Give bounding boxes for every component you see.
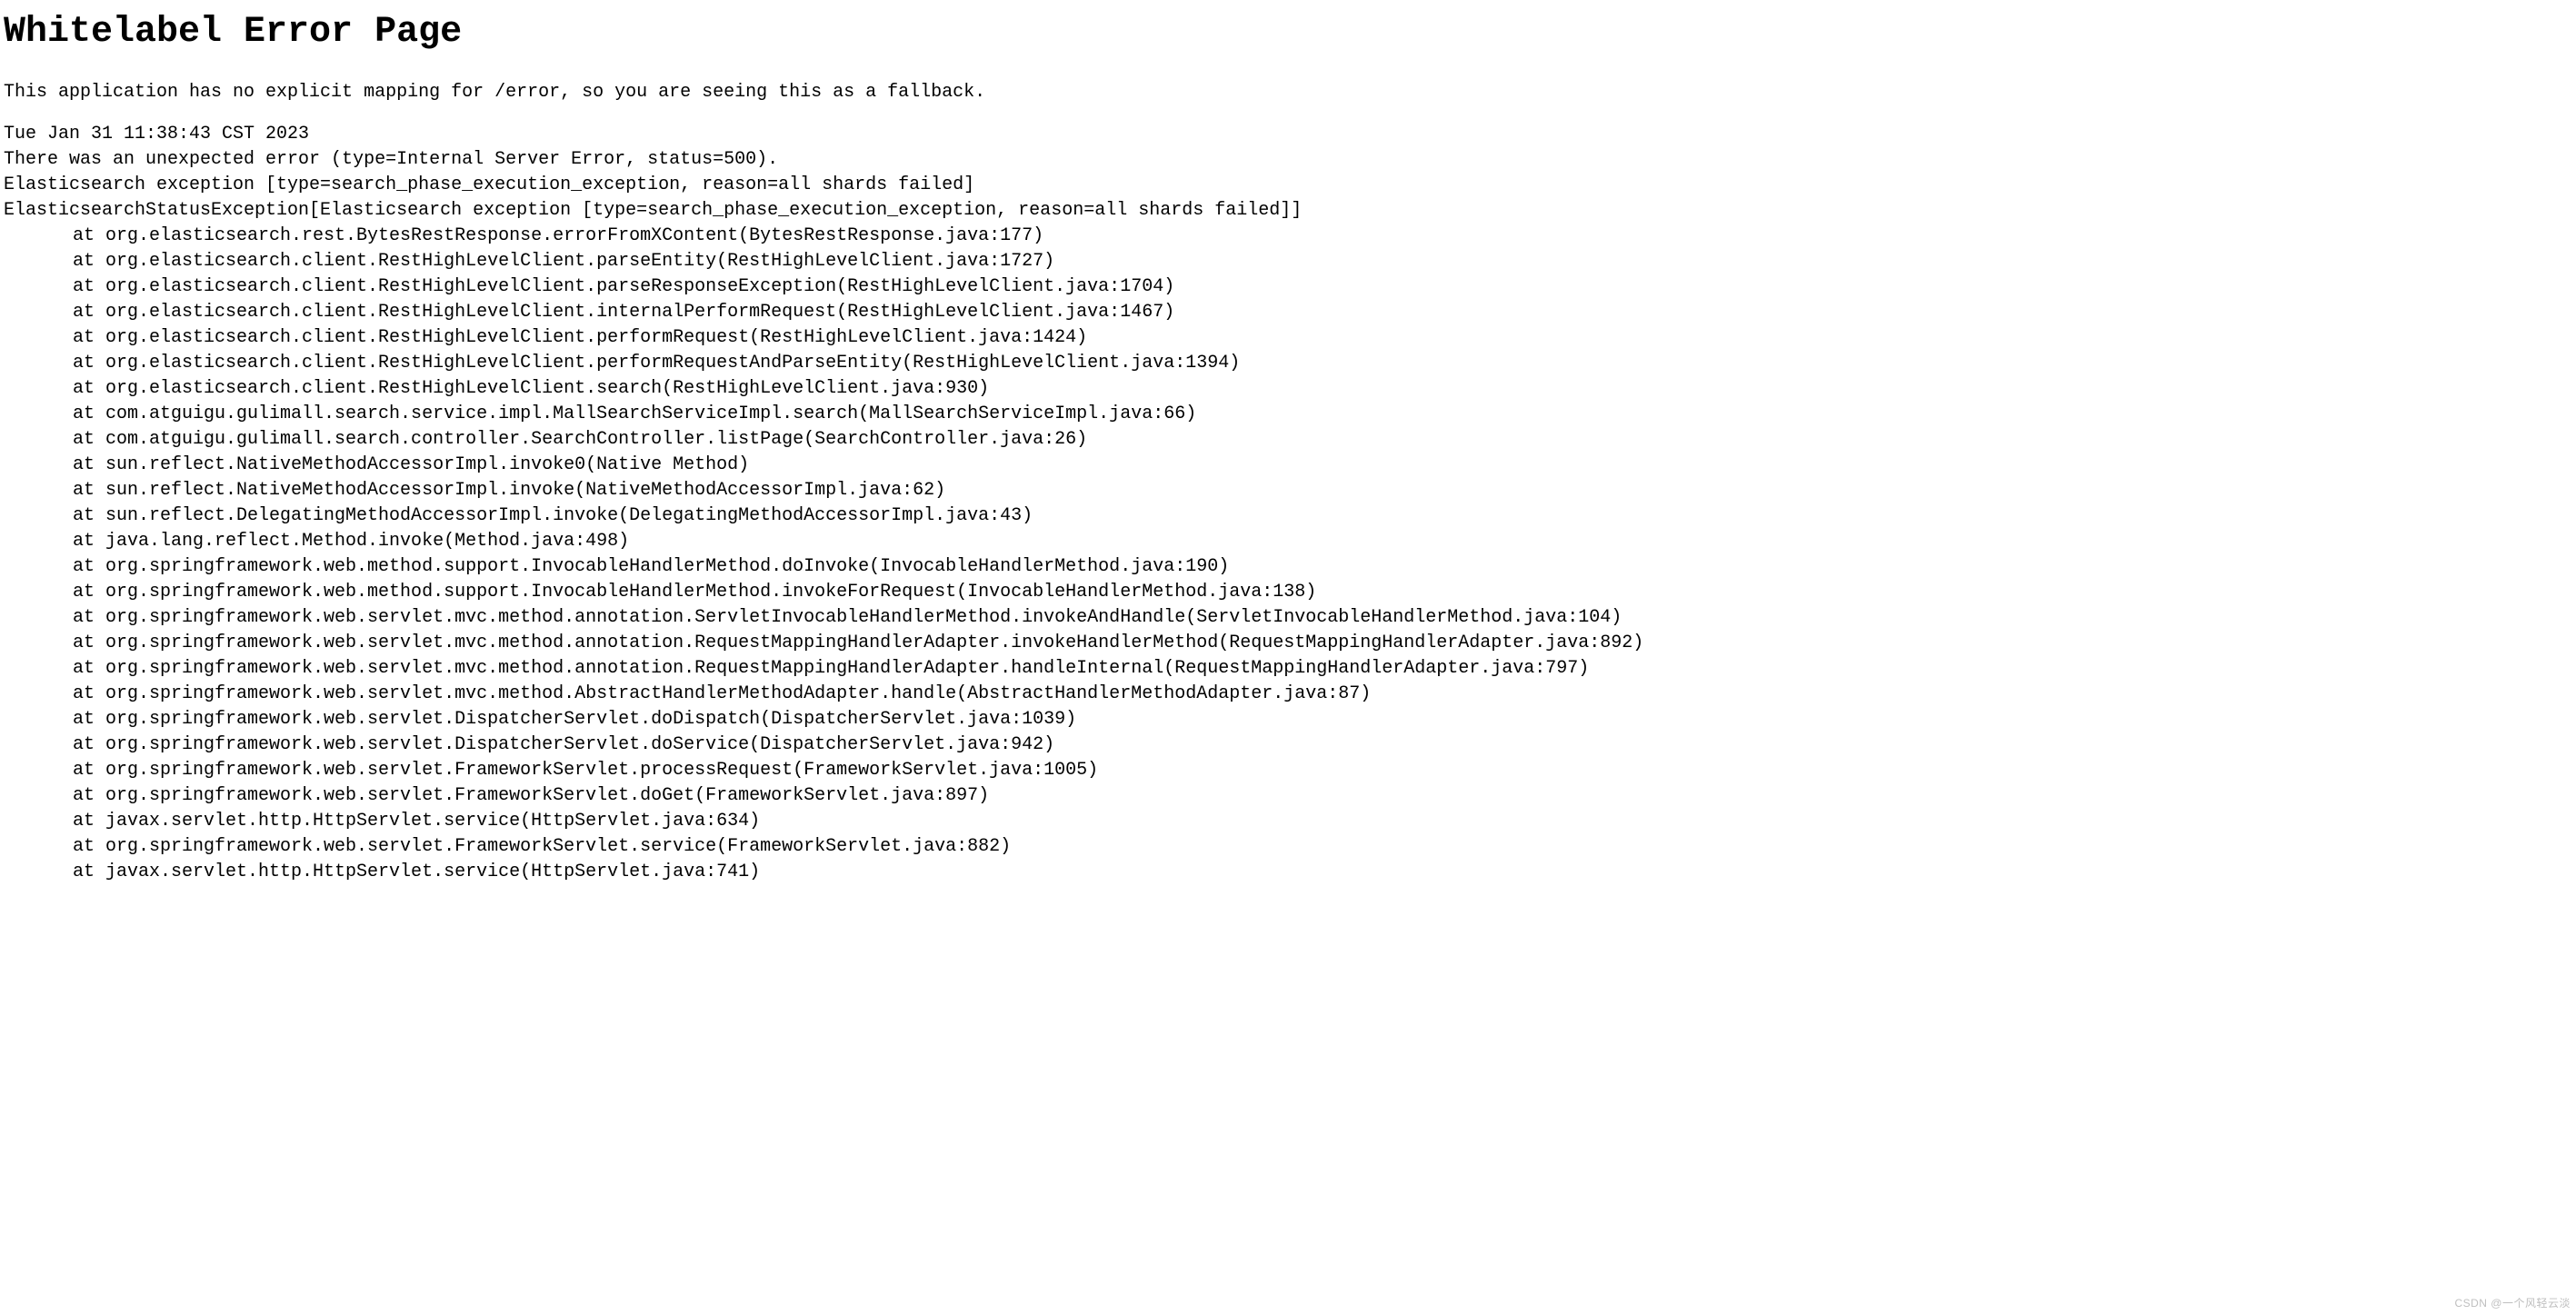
stack-trace-line: at org.springframework.web.servlet.mvc.m…	[4, 631, 2572, 656]
stack-trace-line: at sun.reflect.DelegatingMethodAccessorI…	[4, 503, 2572, 529]
stack-trace-line: at org.elasticsearch.rest.BytesRestRespo…	[4, 224, 2572, 249]
stack-trace-line: at org.elasticsearch.client.RestHighLeve…	[4, 351, 2572, 376]
timestamp: Tue Jan 31 11:38:43 CST 2023	[4, 122, 2572, 147]
stack-trace-line: at org.springframework.web.servlet.mvc.m…	[4, 656, 2572, 682]
stack-trace-line: at sun.reflect.NativeMethodAccessorImpl.…	[4, 478, 2572, 503]
stack-trace-line: at org.springframework.web.servlet.Frame…	[4, 783, 2572, 809]
stack-trace-line: at org.elasticsearch.client.RestHighLeve…	[4, 325, 2572, 351]
stack-trace-line: at sun.reflect.NativeMethodAccessorImpl.…	[4, 453, 2572, 478]
stack-trace-line: at org.springframework.web.method.suppor…	[4, 580, 2572, 605]
stack-trace-line: at java.lang.reflect.Method.invoke(Metho…	[4, 529, 2572, 554]
stack-trace-line: at org.elasticsearch.client.RestHighLeve…	[4, 300, 2572, 325]
page-title: Whitelabel Error Page	[4, 7, 2572, 58]
exception-full: ElasticsearchStatusException[Elasticsear…	[4, 198, 2572, 224]
stack-trace-line: at org.springframework.web.servlet.Frame…	[4, 758, 2572, 783]
error-summary: There was an unexpected error (type=Inte…	[4, 147, 2572, 173]
stack-trace-line: at org.elasticsearch.client.RestHighLeve…	[4, 376, 2572, 402]
stack-trace-line: at org.elasticsearch.client.RestHighLeve…	[4, 249, 2572, 274]
stack-trace-line: at org.springframework.web.servlet.Dispa…	[4, 732, 2572, 758]
stack-trace-line: at javax.servlet.http.HttpServlet.servic…	[4, 860, 2572, 885]
exception-short: Elasticsearch exception [type=search_pha…	[4, 173, 2572, 198]
stack-trace-line: at org.springframework.web.servlet.Dispa…	[4, 707, 2572, 732]
intro-text: This application has no explicit mapping…	[4, 80, 2572, 105]
stack-trace-line: at javax.servlet.http.HttpServlet.servic…	[4, 809, 2572, 834]
stack-trace-line: at org.springframework.web.servlet.Frame…	[4, 834, 2572, 860]
stack-trace-line: at com.atguigu.gulimall.search.service.i…	[4, 402, 2572, 427]
stack-trace-line: at org.springframework.web.servlet.mvc.m…	[4, 605, 2572, 631]
watermark: CSDN @一个风轻云淡	[2454, 1296, 2571, 1311]
stack-trace-line: at org.springframework.web.servlet.mvc.m…	[4, 682, 2572, 707]
stack-trace: at org.elasticsearch.rest.BytesRestRespo…	[4, 224, 2572, 885]
stack-trace-line: at org.elasticsearch.client.RestHighLeve…	[4, 274, 2572, 300]
stack-trace-line: at org.springframework.web.method.suppor…	[4, 554, 2572, 580]
stack-trace-line: at com.atguigu.gulimall.search.controlle…	[4, 427, 2572, 453]
